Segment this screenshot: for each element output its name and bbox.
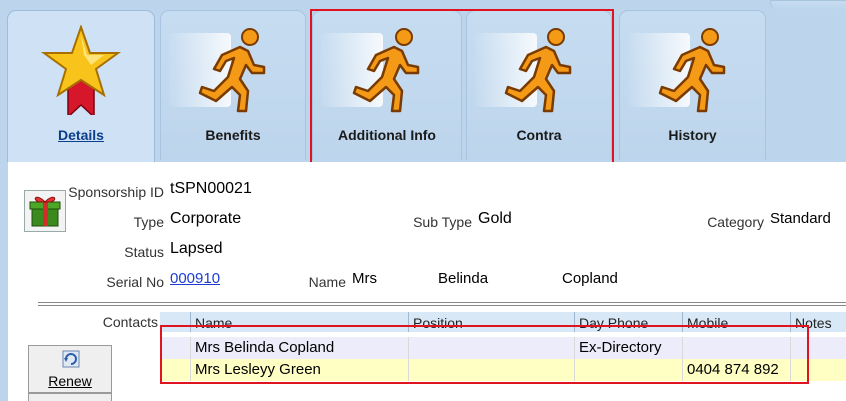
column-header-mobile[interactable]: Mobile — [682, 312, 790, 332]
status-label: Status — [124, 244, 164, 260]
table-row[interactable]: Mrs Lesleyy Green 0404 874 892 — [160, 359, 846, 381]
column-header-position[interactable]: Position — [408, 312, 574, 332]
type-field[interactable]: Corporate — [168, 210, 383, 234]
cell-position — [408, 337, 574, 359]
tab-details[interactable]: Details — [7, 10, 155, 162]
serial-no-link[interactable]: 000910 — [168, 270, 294, 294]
tab-additional-info-label: Additional Info — [338, 127, 436, 143]
renew-label: Renew — [48, 373, 92, 389]
cell-name: Mrs Lesleyy Green — [190, 359, 408, 381]
renew-button[interactable]: Renew — [28, 345, 112, 393]
cell-mobile: 0404 874 892 — [682, 359, 790, 381]
section-divider — [38, 302, 846, 306]
cell-day-phone — [574, 359, 682, 381]
column-header-name[interactable]: Name — [190, 312, 408, 332]
tab-history[interactable]: History — [619, 10, 766, 160]
tab-strip: Details Benefits Additional Info Contra … — [0, 0, 846, 162]
details-panel: Sponsorship ID tSPN00021 Type Corporate … — [8, 162, 846, 401]
category-field[interactable]: Standard — [768, 210, 846, 234]
tab-history-label: History — [668, 127, 717, 143]
cell-day-phone: Ex-Directory — [574, 337, 682, 359]
contacts-header: Name Position Day Phone Mobile Notes — [160, 312, 846, 332]
tab-benefits[interactable]: Benefits — [160, 10, 306, 160]
name-title: Mrs — [352, 270, 377, 287]
tab-additional-info[interactable]: Additional Info — [312, 10, 462, 160]
tab-contra[interactable]: Contra — [466, 10, 612, 160]
status-field[interactable]: Lapsed — [168, 240, 320, 264]
sub-type-field[interactable]: Gold — [476, 210, 690, 234]
cell-name: Mrs Belinda Copland — [190, 337, 408, 359]
star-ribbon-icon — [40, 25, 122, 115]
type-label: Type — [133, 214, 164, 230]
contacts-label: Contacts — [102, 314, 158, 330]
serial-no-label: Serial No — [106, 274, 164, 290]
sub-type-label: Sub Type — [413, 214, 472, 230]
tab-partial — [770, 0, 846, 10]
name-last: Copland — [562, 270, 618, 287]
running-man-icon — [494, 25, 584, 115]
column-header-notes[interactable]: Notes — [790, 312, 846, 332]
category-label: Category — [707, 214, 764, 230]
tab-contra-label: Contra — [516, 127, 562, 143]
tab-benefits-label: Benefits — [205, 127, 261, 143]
running-man-icon — [342, 25, 432, 115]
cell-notes — [790, 337, 846, 359]
name-first: Belinda — [438, 270, 489, 287]
secondary-button[interactable] — [28, 393, 112, 401]
name-label: Name — [308, 274, 346, 290]
running-man-icon — [188, 25, 278, 115]
table-row[interactable]: Mrs Belinda Copland Ex-Directory — [160, 337, 846, 359]
running-man-icon — [648, 25, 738, 115]
sponsorship-id-field[interactable]: tSPN00021 — [168, 180, 320, 204]
column-header-day-phone[interactable]: Day Phone — [574, 312, 682, 332]
cell-position — [408, 359, 574, 381]
sponsorship-id-label: Sponsorship ID — [68, 184, 164, 200]
name-field[interactable]: Mrs Belinda Copland — [350, 270, 846, 294]
renew-icon — [62, 350, 80, 368]
cell-mobile — [682, 337, 790, 359]
cell-notes — [790, 359, 846, 381]
tab-details-label: Details — [58, 127, 104, 143]
